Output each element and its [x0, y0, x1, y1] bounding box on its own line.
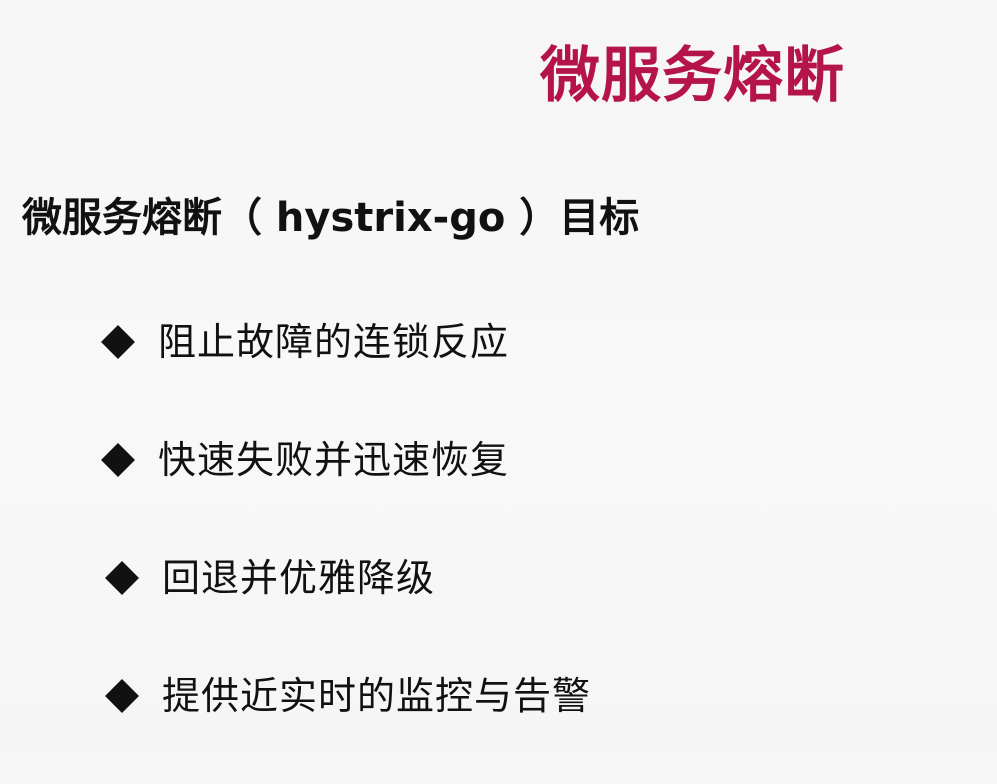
section-heading: 微服务熔断（ hystrix-go ）目标	[22, 195, 640, 241]
slide-title: 微服务熔断	[540, 41, 845, 111]
diamond-icon	[101, 443, 135, 477]
bullet-text: 提供近实时的监控与告警	[162, 674, 592, 718]
bullet-text: 快速失败并迅速恢复	[158, 438, 510, 482]
bullet-item: 回退并优雅降级	[104, 548, 800, 608]
diamond-icon	[105, 679, 139, 713]
bullet-text: 回退并优雅降级	[162, 556, 436, 600]
slide: 微服务熔断 微服务熔断（ hystrix-go ）目标 阻止故障的连锁反应 快速…	[0, 0, 997, 752]
bullet-item: 提供近实时的监控与告警	[104, 666, 800, 726]
bullet-list: 阻止故障的连锁反应 快速失败并迅速恢复 回退并优雅降级 提供近实时的监控与告警	[100, 312, 800, 784]
bullet-item: 阻止故障的连锁反应	[100, 312, 800, 372]
bullet-text: 阻止故障的连锁反应	[158, 320, 510, 364]
bullet-item: 快速失败并迅速恢复	[100, 430, 800, 490]
diamond-icon	[101, 325, 135, 359]
diamond-icon	[105, 561, 139, 595]
